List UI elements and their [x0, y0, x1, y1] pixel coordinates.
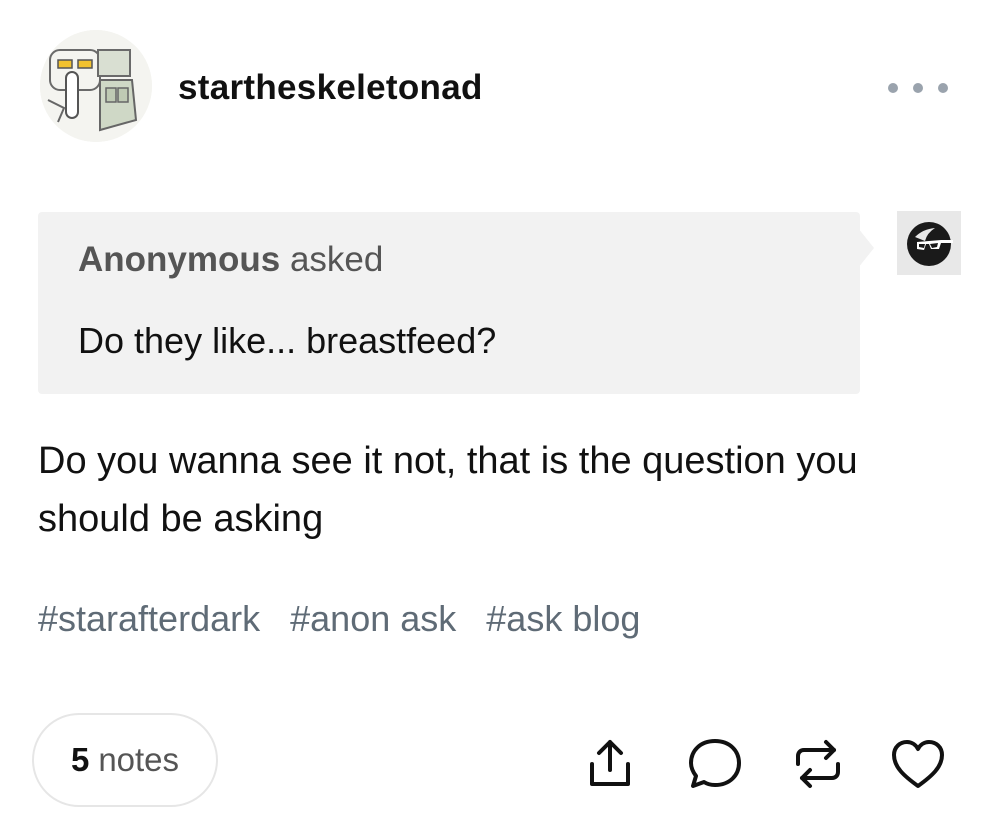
reblog-button[interactable] [788, 734, 848, 794]
more-dots-icon [938, 83, 948, 93]
tag-link[interactable]: #ask blog [486, 598, 640, 639]
share-icon [590, 740, 630, 786]
asker-name[interactable]: Anonymous [78, 240, 280, 279]
more-dots-icon [913, 83, 923, 93]
ask-box-pointer [858, 228, 874, 268]
notes-count: 5 [70, 741, 90, 778]
notes-label: notes [98, 741, 180, 778]
heart-icon [892, 740, 944, 788]
anonymous-avatar [897, 211, 961, 275]
reply-button[interactable] [685, 734, 745, 794]
tag-link[interactable]: #starafterdark [38, 598, 260, 639]
share-button[interactable] [580, 734, 640, 794]
blog-avatar[interactable] [40, 30, 152, 142]
ask-question: Do they like... breastfeed? [78, 320, 497, 361]
tag-link[interactable]: #anon ask [290, 598, 456, 639]
more-options-button[interactable] [888, 74, 948, 102]
reblog-icon [796, 740, 840, 788]
reply-icon [689, 739, 741, 788]
asked-label: asked [289, 240, 384, 279]
blog-username[interactable]: startheskeletonad [178, 68, 483, 108]
blog-avatar-illustration [40, 30, 152, 142]
answer-text: Do you wanna see it not, that is the que… [38, 440, 858, 540]
anonymous-sunglasses-icon [897, 211, 961, 275]
more-dots-icon [888, 83, 898, 93]
notes-button[interactable]: 5 notes [32, 713, 218, 807]
asker-line: Anonymous asked [78, 240, 383, 280]
like-button[interactable] [888, 734, 948, 794]
tag-list: #starafterdark #anon ask #ask blog [38, 598, 660, 640]
